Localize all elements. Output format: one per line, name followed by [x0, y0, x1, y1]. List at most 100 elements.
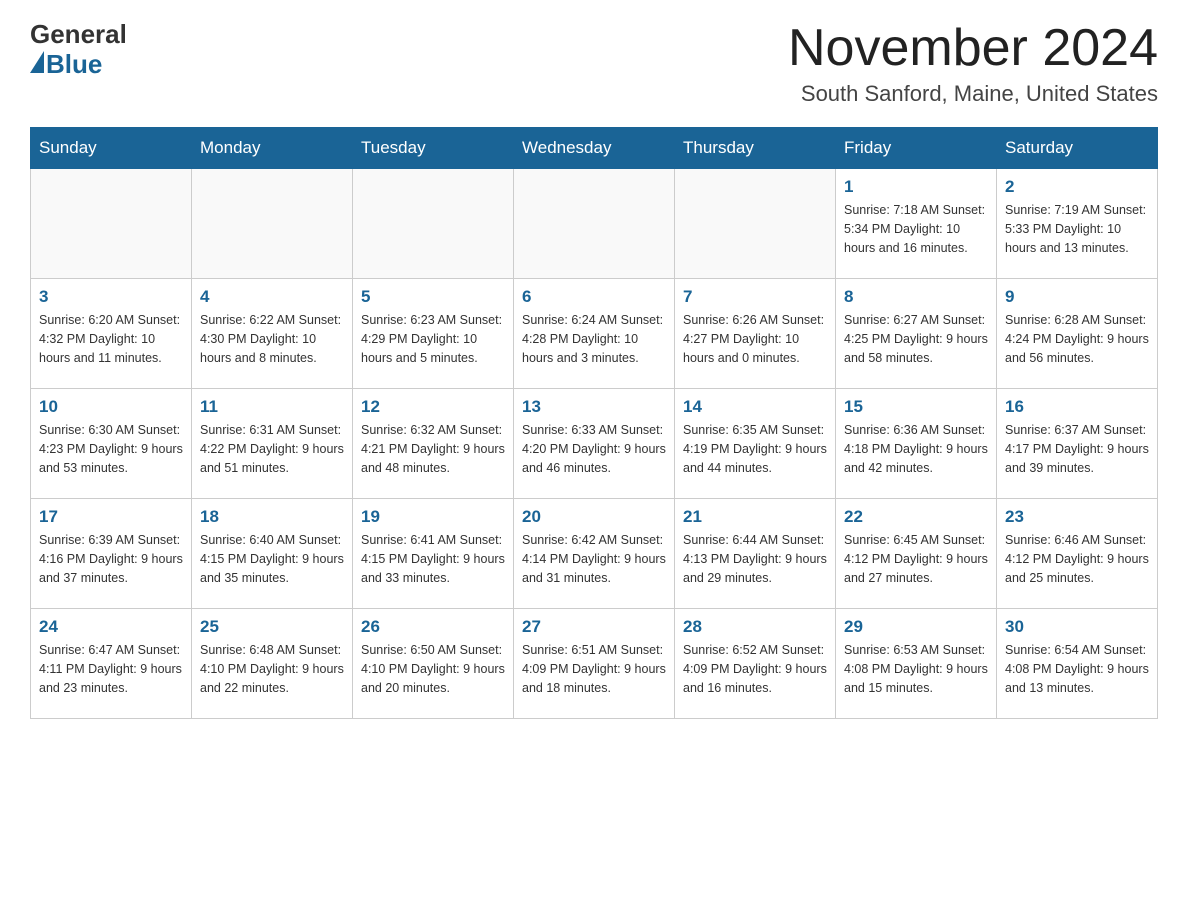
day-number: 10: [39, 397, 183, 417]
day-number: 20: [522, 507, 666, 527]
logo-general-text: General: [30, 20, 127, 49]
calendar-header-cell: Sunday: [31, 128, 192, 169]
calendar-week-row: 3Sunrise: 6:20 AM Sunset: 4:32 PM Daylig…: [31, 279, 1158, 389]
day-info: Sunrise: 6:24 AM Sunset: 4:28 PM Dayligh…: [522, 311, 666, 367]
calendar-day-cell: 26 Sunrise: 6:50 AM Sunset: 4:10 PM Dayli…: [353, 609, 514, 719]
day-info: Sunrise: 6:37 AM Sunset: 4:17 PM Dayligh…: [1005, 421, 1149, 477]
logo-triangle-icon: [30, 51, 44, 73]
day-info: Sunrise: 6:45 AM Sunset: 4:12 PM Dayligh…: [844, 531, 988, 587]
calendar-day-cell: [353, 169, 514, 279]
day-info: Sunrise: 6:26 AM Sunset: 4:27 PM Dayligh…: [683, 311, 827, 367]
day-info: Sunrise: 6:31 AM Sunset: 4:22 PM Dayligh…: [200, 421, 344, 477]
day-number: 26: [361, 617, 505, 637]
calendar-header-cell: Wednesday: [514, 128, 675, 169]
day-info: Sunrise: 6:39 AM Sunset: 4:16 PM Dayligh…: [39, 531, 183, 587]
day-info: Sunrise: 6:47 AM Sunset: 4:11 PM Dayligh…: [39, 641, 183, 697]
day-number: 17: [39, 507, 183, 527]
calendar-day-cell: 17 Sunrise: 6:39 AM Sunset: 4:16 PM Dayli…: [31, 499, 192, 609]
day-number: 2: [1005, 177, 1149, 197]
day-info: Sunrise: 6:54 AM Sunset: 4:08 PM Dayligh…: [1005, 641, 1149, 697]
day-number: 18: [200, 507, 344, 527]
day-info: Sunrise: 6:50 AM Sunset: 4:10 PM Dayligh…: [361, 641, 505, 697]
day-number: 3: [39, 287, 183, 307]
day-info: Sunrise: 6:48 AM Sunset: 4:10 PM Dayligh…: [200, 641, 344, 697]
day-number: 19: [361, 507, 505, 527]
day-number: 9: [1005, 287, 1149, 307]
calendar-day-cell: 29 Sunrise: 6:53 AM Sunset: 4:08 PM Dayli…: [836, 609, 997, 719]
calendar-header-cell: Saturday: [997, 128, 1158, 169]
calendar-day-cell: 25Sunrise: 6:48 AM Sunset: 4:10 PM Dayli…: [192, 609, 353, 719]
day-number: 21: [683, 507, 827, 527]
logo-blue-text: Blue: [46, 49, 102, 80]
day-number: 15: [844, 397, 988, 417]
calendar-header: SundayMondayTuesdayWednesdayThursdayFrid…: [31, 128, 1158, 169]
calendar-day-cell: 6 Sunrise: 6:24 AM Sunset: 4:28 PM Daylig…: [514, 279, 675, 389]
day-info: Sunrise: 7:19 AM Sunset: 5:33 PM Dayligh…: [1005, 201, 1149, 257]
calendar-day-cell: 5 Sunrise: 6:23 AM Sunset: 4:29 PM Daylig…: [353, 279, 514, 389]
calendar-header-row: SundayMondayTuesdayWednesdayThursdayFrid…: [31, 128, 1158, 169]
calendar-day-cell: 22 Sunrise: 6:45 AM Sunset: 4:12 PM Dayli…: [836, 499, 997, 609]
calendar-day-cell: 18 Sunrise: 6:40 AM Sunset: 4:15 PM Dayli…: [192, 499, 353, 609]
day-info: Sunrise: 6:22 AM Sunset: 4:30 PM Dayligh…: [200, 311, 344, 367]
day-info: Sunrise: 6:28 AM Sunset: 4:24 PM Dayligh…: [1005, 311, 1149, 367]
calendar-day-cell: 30 Sunrise: 6:54 AM Sunset: 4:08 PM Dayli…: [997, 609, 1158, 719]
day-info: Sunrise: 6:36 AM Sunset: 4:18 PM Dayligh…: [844, 421, 988, 477]
calendar-day-cell: [31, 169, 192, 279]
calendar-week-row: 1Sunrise: 7:18 AM Sunset: 5:34 PM Daylig…: [31, 169, 1158, 279]
day-number: 30: [1005, 617, 1149, 637]
calendar-week-row: 24 Sunrise: 6:47 AM Sunset: 4:11 PM Dayli…: [31, 609, 1158, 719]
day-info: Sunrise: 6:53 AM Sunset: 4:08 PM Dayligh…: [844, 641, 988, 697]
calendar-header-cell: Monday: [192, 128, 353, 169]
calendar-day-cell: 27 Sunrise: 6:51 AM Sunset: 4:09 PM Dayli…: [514, 609, 675, 719]
calendar-day-cell: [192, 169, 353, 279]
calendar-day-cell: 14Sunrise: 6:35 AM Sunset: 4:19 PM Dayli…: [675, 389, 836, 499]
calendar-day-cell: 28Sunrise: 6:52 AM Sunset: 4:09 PM Dayli…: [675, 609, 836, 719]
day-number: 13: [522, 397, 666, 417]
calendar-day-cell: 15 Sunrise: 6:36 AM Sunset: 4:18 PM Dayli…: [836, 389, 997, 499]
day-info: Sunrise: 6:46 AM Sunset: 4:12 PM Dayligh…: [1005, 531, 1149, 587]
calendar-day-cell: 4 Sunrise: 6:22 AM Sunset: 4:30 PM Daylig…: [192, 279, 353, 389]
logo: General Blue: [30, 20, 127, 80]
calendar-day-cell: 13 Sunrise: 6:33 AM Sunset: 4:20 PM Dayli…: [514, 389, 675, 499]
day-info: Sunrise: 6:27 AM Sunset: 4:25 PM Dayligh…: [844, 311, 988, 367]
day-number: 27: [522, 617, 666, 637]
calendar-header-cell: Thursday: [675, 128, 836, 169]
day-info: Sunrise: 6:41 AM Sunset: 4:15 PM Dayligh…: [361, 531, 505, 587]
calendar-day-cell: 7Sunrise: 6:26 AM Sunset: 4:27 PM Daylig…: [675, 279, 836, 389]
calendar-day-cell: 24 Sunrise: 6:47 AM Sunset: 4:11 PM Dayli…: [31, 609, 192, 719]
day-number: 14: [683, 397, 827, 417]
day-number: 5: [361, 287, 505, 307]
calendar-day-cell: 12Sunrise: 6:32 AM Sunset: 4:21 PM Dayli…: [353, 389, 514, 499]
day-info: Sunrise: 6:23 AM Sunset: 4:29 PM Dayligh…: [361, 311, 505, 367]
calendar-day-cell: 19 Sunrise: 6:41 AM Sunset: 4:15 PM Dayli…: [353, 499, 514, 609]
day-number: 6: [522, 287, 666, 307]
calendar-day-cell: 2 Sunrise: 7:19 AM Sunset: 5:33 PM Daylig…: [997, 169, 1158, 279]
calendar-day-cell: 23 Sunrise: 6:46 AM Sunset: 4:12 PM Dayli…: [997, 499, 1158, 609]
day-info: Sunrise: 6:51 AM Sunset: 4:09 PM Dayligh…: [522, 641, 666, 697]
day-info: Sunrise: 6:33 AM Sunset: 4:20 PM Dayligh…: [522, 421, 666, 477]
day-number: 4: [200, 287, 344, 307]
title-block: November 2024 South Sanford, Maine, Unit…: [788, 20, 1158, 107]
day-info: Sunrise: 6:42 AM Sunset: 4:14 PM Dayligh…: [522, 531, 666, 587]
day-number: 22: [844, 507, 988, 527]
calendar-day-cell: [675, 169, 836, 279]
day-number: 24: [39, 617, 183, 637]
day-number: 23: [1005, 507, 1149, 527]
calendar-day-cell: 16 Sunrise: 6:37 AM Sunset: 4:17 PM Dayli…: [997, 389, 1158, 499]
day-info: Sunrise: 6:52 AM Sunset: 4:09 PM Dayligh…: [683, 641, 827, 697]
calendar-day-cell: 3Sunrise: 6:20 AM Sunset: 4:32 PM Daylig…: [31, 279, 192, 389]
calendar-day-cell: 11 Sunrise: 6:31 AM Sunset: 4:22 PM Dayli…: [192, 389, 353, 499]
calendar-day-cell: 9 Sunrise: 6:28 AM Sunset: 4:24 PM Daylig…: [997, 279, 1158, 389]
day-number: 8: [844, 287, 988, 307]
calendar-day-cell: 1Sunrise: 7:18 AM Sunset: 5:34 PM Daylig…: [836, 169, 997, 279]
day-info: Sunrise: 7:18 AM Sunset: 5:34 PM Dayligh…: [844, 201, 988, 257]
calendar-day-cell: 10Sunrise: 6:30 AM Sunset: 4:23 PM Dayli…: [31, 389, 192, 499]
month-title: November 2024: [788, 20, 1158, 77]
day-info: Sunrise: 6:40 AM Sunset: 4:15 PM Dayligh…: [200, 531, 344, 587]
day-number: 29: [844, 617, 988, 637]
calendar-day-cell: [514, 169, 675, 279]
day-number: 16: [1005, 397, 1149, 417]
calendar-week-row: 17 Sunrise: 6:39 AM Sunset: 4:16 PM Dayli…: [31, 499, 1158, 609]
calendar-body: 1Sunrise: 7:18 AM Sunset: 5:34 PM Daylig…: [31, 169, 1158, 719]
day-number: 11: [200, 397, 344, 417]
